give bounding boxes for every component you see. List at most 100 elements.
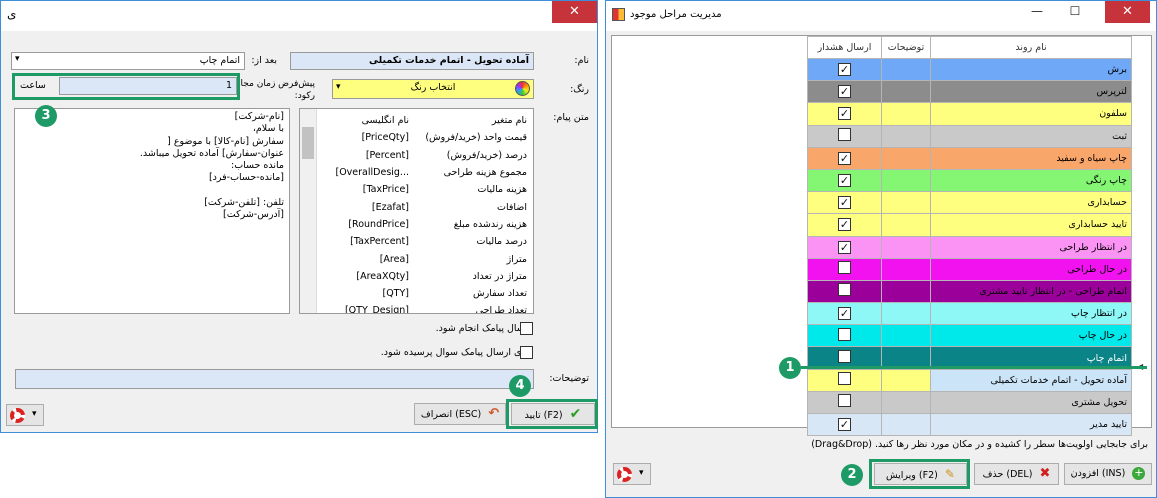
stage-row[interactable]: ✓ چاپ سیاه و سفید xyxy=(807,146,1132,170)
send-alert-checkbox[interactable] xyxy=(838,372,851,386)
stage-row[interactable]: آماده تحویل - اتمام خدمات تکمیلی xyxy=(807,368,1132,392)
stage-row[interactable]: ✓ لترپرس xyxy=(807,80,1132,104)
variable-row[interactable]: [QTY] تعداد سفارش xyxy=(318,285,533,302)
cancel-button[interactable]: ↶ (ESC) انصراف xyxy=(414,403,506,425)
time-unit-label: ساعت xyxy=(20,80,46,91)
variable-english-name: [QTY] xyxy=(382,288,410,300)
message-textarea[interactable]: [نام-شرکت] با سلام، سفارش [نام-کالا] با مو… xyxy=(14,108,290,314)
description-cell[interactable] xyxy=(881,213,931,237)
description-cell[interactable] xyxy=(881,80,931,104)
description-field[interactable] xyxy=(15,369,534,389)
stage-row[interactable]: ✓ چاپ رنگی xyxy=(807,168,1132,193)
stage-row[interactable]: ✓ حسابداری xyxy=(807,191,1132,215)
send-alert-cell xyxy=(807,368,882,392)
stage-row[interactable]: ✓ تایید مدیر xyxy=(807,412,1132,437)
dialog-titlebar: ی ✕ xyxy=(1,1,597,31)
stage-row[interactable]: ✓ برش xyxy=(807,57,1132,82)
description-cell[interactable] xyxy=(881,168,931,193)
stage-row[interactable]: ثبت xyxy=(807,124,1132,148)
description-cell[interactable] xyxy=(881,368,931,392)
description-cell[interactable] xyxy=(881,302,931,326)
after-label: بعد از: xyxy=(251,55,277,66)
name-field[interactable]: آماده تحویل - اتمام خدمات تکمیلی xyxy=(290,52,534,70)
send-alert-checkbox[interactable] xyxy=(838,394,851,408)
edit-button[interactable]: ✎ (F2) ویرایش xyxy=(874,463,967,485)
variable-row[interactable]: [OverallDesig... مجموع هزینه طراحی xyxy=(318,164,533,181)
stage-row[interactable]: اتمام طراحی - در انتظار تایید مشتری xyxy=(807,279,1132,304)
callout-3: 3 xyxy=(35,105,57,127)
column-description[interactable]: توضیحات xyxy=(881,36,931,59)
close-button[interactable]: ✕ xyxy=(552,1,597,23)
stage-row[interactable]: ✓ در انتظار چاپ xyxy=(807,302,1132,326)
undo-arrow-icon: ↶ xyxy=(488,406,500,421)
help-dropdown[interactable]: ▾ xyxy=(6,404,44,426)
description-cell[interactable] xyxy=(881,390,931,415)
send-alert-cell: ✓ xyxy=(807,412,882,437)
confirm-button[interactable]: ✔ (F2) تایید xyxy=(511,403,595,425)
stage-name-cell: تایید حسابداری xyxy=(930,213,1132,237)
stages-grid-panel: ارسال هشدار توضیحات نام روند ✓ برش ✓ لترپرس… xyxy=(611,35,1152,437)
description-cell[interactable] xyxy=(881,102,931,126)
stage-row[interactable]: تحویل مشتری xyxy=(807,390,1132,415)
variables-list[interactable]: نام انگلیسی نام متغیر [PriceQty] قیمت واح… xyxy=(299,108,534,314)
send-alert-checkbox[interactable] xyxy=(838,327,851,341)
stage-row[interactable]: در حال چاپ xyxy=(807,324,1132,348)
stage-row[interactable]: ✓ در انتظار طراحی xyxy=(807,235,1132,259)
send-alert-checkbox[interactable]: ✓ xyxy=(838,307,851,321)
help-dropdown[interactable]: ▾ xyxy=(613,463,651,485)
description-cell[interactable] xyxy=(881,412,931,437)
color-select[interactable]: انتخاب رنگ xyxy=(332,79,534,99)
description-cell[interactable] xyxy=(881,235,931,259)
ask-sms-checkbox[interactable] xyxy=(520,346,533,359)
send-sms-option[interactable]: ارسال پیامک انجام شود. xyxy=(436,323,532,334)
send-alert-checkbox[interactable]: ✓ xyxy=(838,240,851,254)
send-alert-checkbox[interactable]: ✓ xyxy=(838,63,851,77)
send-alert-checkbox[interactable] xyxy=(838,261,851,275)
description-cell[interactable] xyxy=(881,191,931,215)
send-alert-cell: ✓ xyxy=(807,168,882,193)
description-cell[interactable] xyxy=(881,57,931,82)
description-cell[interactable] xyxy=(881,324,931,348)
send-alert-checkbox[interactable]: ✓ xyxy=(838,174,851,188)
ask-sms-option[interactable]: برای ارسال پیامک سوال پرسیده شود. xyxy=(381,347,532,358)
variable-row[interactable]: [PriceQty] قیمت واحد (خرید/فروش) xyxy=(318,129,533,146)
description-cell[interactable] xyxy=(881,124,931,148)
scrollbar[interactable] xyxy=(300,109,317,313)
column-stage-name[interactable]: نام روند xyxy=(930,36,1132,59)
delete-button[interactable]: ✖ (DEL) حذف xyxy=(974,463,1059,485)
variable-row[interactable]: [RoundPrice] هزینه رندشده مبلغ xyxy=(318,216,533,233)
description-cell[interactable] xyxy=(881,146,931,170)
send-alert-cell xyxy=(807,257,882,281)
stage-row[interactable]: ✓ سلفون xyxy=(807,102,1132,126)
send-alert-checkbox[interactable] xyxy=(838,283,851,297)
time-field[interactable]: 1 xyxy=(59,77,237,95)
variable-row[interactable]: [Percent] درصد (خرید/فروش) xyxy=(318,147,533,164)
variable-row[interactable]: [TaxPrice] هزینه مالیات xyxy=(318,181,533,198)
close-button[interactable]: ✕ xyxy=(1105,1,1150,23)
variable-row[interactable]: [AreaXQty] متراژ در تعداد xyxy=(318,268,533,285)
after-select[interactable]: اتمام چاپ xyxy=(11,52,245,70)
send-alert-checkbox[interactable]: ✓ xyxy=(838,151,851,165)
column-send-alert[interactable]: ارسال هشدار xyxy=(807,36,882,59)
send-sms-checkbox[interactable] xyxy=(520,322,533,335)
variable-row[interactable]: [Area] متراژ xyxy=(318,250,533,267)
maximize-button[interactable]: ☐ xyxy=(1060,1,1090,23)
send-alert-checkbox[interactable]: ✓ xyxy=(838,85,851,99)
scrollbar-thumb[interactable] xyxy=(302,127,314,159)
description-cell[interactable] xyxy=(881,279,931,304)
send-alert-checkbox[interactable]: ✓ xyxy=(838,107,851,121)
stage-row[interactable]: ✓ تایید حسابداری xyxy=(807,213,1132,237)
minimize-button[interactable]: — xyxy=(1022,1,1052,23)
send-alert-checkbox[interactable]: ✓ xyxy=(838,218,851,232)
send-alert-checkbox[interactable]: ✓ xyxy=(838,418,851,432)
send-alert-checkbox[interactable] xyxy=(838,128,851,142)
stages-manager-window: مدیریت مراحل موجود — ☐ ✕ ارسال هشدار توض… xyxy=(605,0,1157,498)
stage-row[interactable]: در حال طراحی xyxy=(807,257,1132,281)
variable-row[interactable]: [Ezafat] اضافات xyxy=(318,198,533,215)
description-cell[interactable] xyxy=(881,257,931,281)
send-alert-checkbox[interactable] xyxy=(838,350,851,364)
add-button[interactable]: + (INS) افزودن xyxy=(1064,463,1152,485)
send-alert-checkbox[interactable]: ✓ xyxy=(838,196,851,210)
variable-row[interactable]: [TaxPercent] درصد مالیات xyxy=(318,233,533,250)
variable-row[interactable]: [QTY_Design] تعداد طراحی xyxy=(318,302,533,313)
